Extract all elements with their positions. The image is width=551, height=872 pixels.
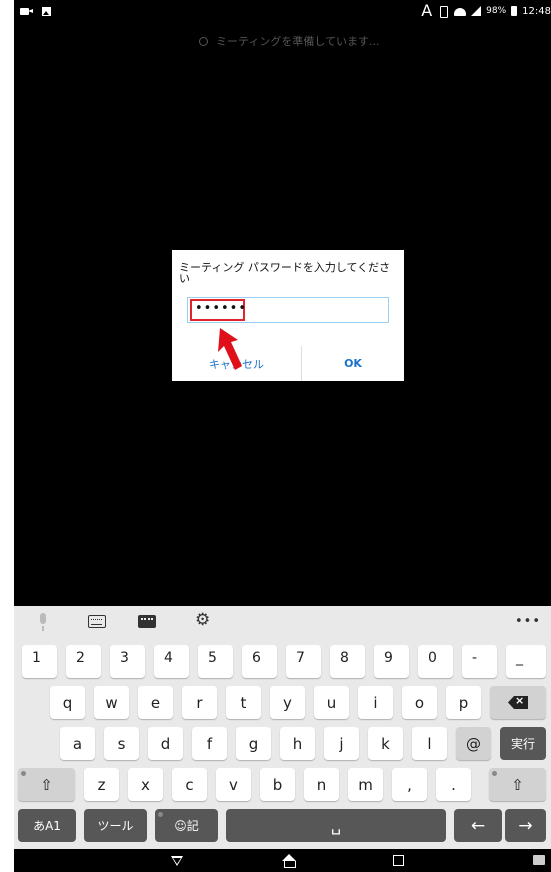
preparing-status: ミーティングを準備しています...	[199, 33, 380, 49]
shift-key-left[interactable]: ⇧	[18, 768, 75, 801]
cursor-left-key[interactable]: ←	[454, 809, 502, 842]
key-7[interactable]: 7	[286, 645, 321, 678]
recents-icon[interactable]	[393, 855, 404, 866]
a-icon: A	[421, 1, 433, 20]
key-q[interactable]: q	[50, 686, 85, 719]
key-b[interactable]: b	[260, 768, 295, 801]
image-icon	[42, 7, 51, 16]
key-m[interactable]: m	[348, 768, 383, 801]
clock: 12:48	[522, 5, 551, 17]
password-input[interactable]: ••••••	[187, 297, 389, 323]
key-h[interactable]: h	[280, 727, 315, 760]
key-f[interactable]: f	[192, 727, 227, 760]
backspace-icon: ×	[508, 696, 528, 709]
key-8[interactable]: 8	[330, 645, 365, 678]
mic-icon[interactable]	[38, 613, 48, 631]
key-c[interactable]: c	[172, 768, 207, 801]
dialog-title: ミーティング パスワードを入力してください	[179, 261, 391, 285]
gear-icon[interactable]: ⚙	[195, 612, 210, 629]
soft-keyboard: ⚙ ••• 1 2 3 4 5 6 7 8 9 0 - _ q w e r t …	[14, 606, 551, 849]
keyboard-hide-icon[interactable]	[533, 855, 545, 865]
key-6[interactable]: 6	[242, 645, 277, 678]
cursor-right-key[interactable]: →	[505, 809, 546, 842]
shift-icon: ⇧	[511, 775, 524, 794]
vibrate-icon	[437, 6, 449, 18]
key-at[interactable]: @	[456, 727, 491, 760]
wifi-icon	[454, 6, 466, 16]
more-icon[interactable]: •••	[515, 614, 541, 629]
keyboard-toolbar: ⚙ •••	[14, 606, 551, 640]
battery-percent: 98%	[486, 6, 507, 16]
key-5[interactable]: 5	[198, 645, 233, 678]
key-r[interactable]: r	[182, 686, 217, 719]
password-dialog: ミーティング パスワードを入力してください •••••• キャンセル OK	[172, 250, 404, 381]
status-bar: A 98% 12:48	[14, 0, 551, 24]
space-key[interactable]: ␣	[226, 809, 446, 842]
keyboard-switch-icon[interactable]	[88, 615, 106, 628]
battery-icon	[511, 6, 518, 16]
key-comma[interactable]: ,	[392, 768, 427, 801]
emoji-key[interactable]: ☺記	[155, 809, 218, 842]
key-2[interactable]: 2	[66, 645, 101, 678]
key-y[interactable]: y	[270, 686, 305, 719]
red-arrow-icon	[218, 328, 242, 370]
key-corner-dot	[21, 771, 26, 776]
key-t[interactable]: t	[226, 686, 261, 719]
key-e[interactable]: e	[138, 686, 173, 719]
key-9[interactable]: 9	[374, 645, 409, 678]
password-value: ••••••	[195, 301, 248, 316]
spinner-icon	[199, 36, 208, 46]
key-3[interactable]: 3	[110, 645, 145, 678]
key-corner-dot	[492, 771, 497, 776]
key-period[interactable]: .	[436, 768, 471, 801]
key-p[interactable]: p	[446, 686, 481, 719]
key-v[interactable]: v	[216, 768, 251, 801]
key-o[interactable]: o	[402, 686, 437, 719]
key-w[interactable]: w	[94, 686, 129, 719]
shift-icon: ⇧	[40, 775, 53, 794]
key-l[interactable]: l	[412, 727, 447, 760]
enter-key[interactable]: 実行	[500, 727, 546, 760]
key-g[interactable]: g	[236, 727, 271, 760]
key-s[interactable]: s	[104, 727, 139, 760]
key-n[interactable]: n	[304, 768, 339, 801]
home-icon[interactable]	[282, 854, 296, 868]
key-corner-dot	[158, 812, 163, 817]
emoji-key-label: ☺記	[174, 819, 199, 833]
key-j[interactable]: j	[324, 727, 359, 760]
signal-icon	[471, 6, 482, 16]
video-icon	[20, 7, 34, 16]
key-k[interactable]: k	[368, 727, 403, 760]
back-icon[interactable]	[170, 854, 184, 867]
key-0[interactable]: 0	[418, 645, 453, 678]
navigation-bar	[14, 849, 551, 872]
key-minus[interactable]: -	[462, 645, 497, 678]
key-i[interactable]: i	[358, 686, 393, 719]
key-z[interactable]: z	[84, 768, 119, 801]
preparing-text: ミーティングを準備しています...	[216, 35, 380, 48]
shift-key-right[interactable]: ⇧	[489, 768, 546, 801]
key-underscore[interactable]: _	[506, 645, 546, 678]
key-d[interactable]: d	[148, 727, 183, 760]
input-mode-key[interactable]: あA1	[18, 809, 76, 842]
backspace-key[interactable]: ×	[490, 686, 546, 719]
keyboard-icon[interactable]	[138, 615, 156, 628]
ok-button[interactable]: OK	[302, 346, 404, 381]
key-1[interactable]: 1	[22, 645, 57, 678]
key-u[interactable]: u	[314, 686, 349, 719]
key-4[interactable]: 4	[154, 645, 189, 678]
key-x[interactable]: x	[128, 768, 163, 801]
key-a[interactable]: a	[60, 727, 95, 760]
screen: A 98% 12:48 ミーティングを準備しています... ミーティング パスワ…	[14, 0, 551, 872]
tool-key[interactable]: ツール	[84, 809, 147, 842]
